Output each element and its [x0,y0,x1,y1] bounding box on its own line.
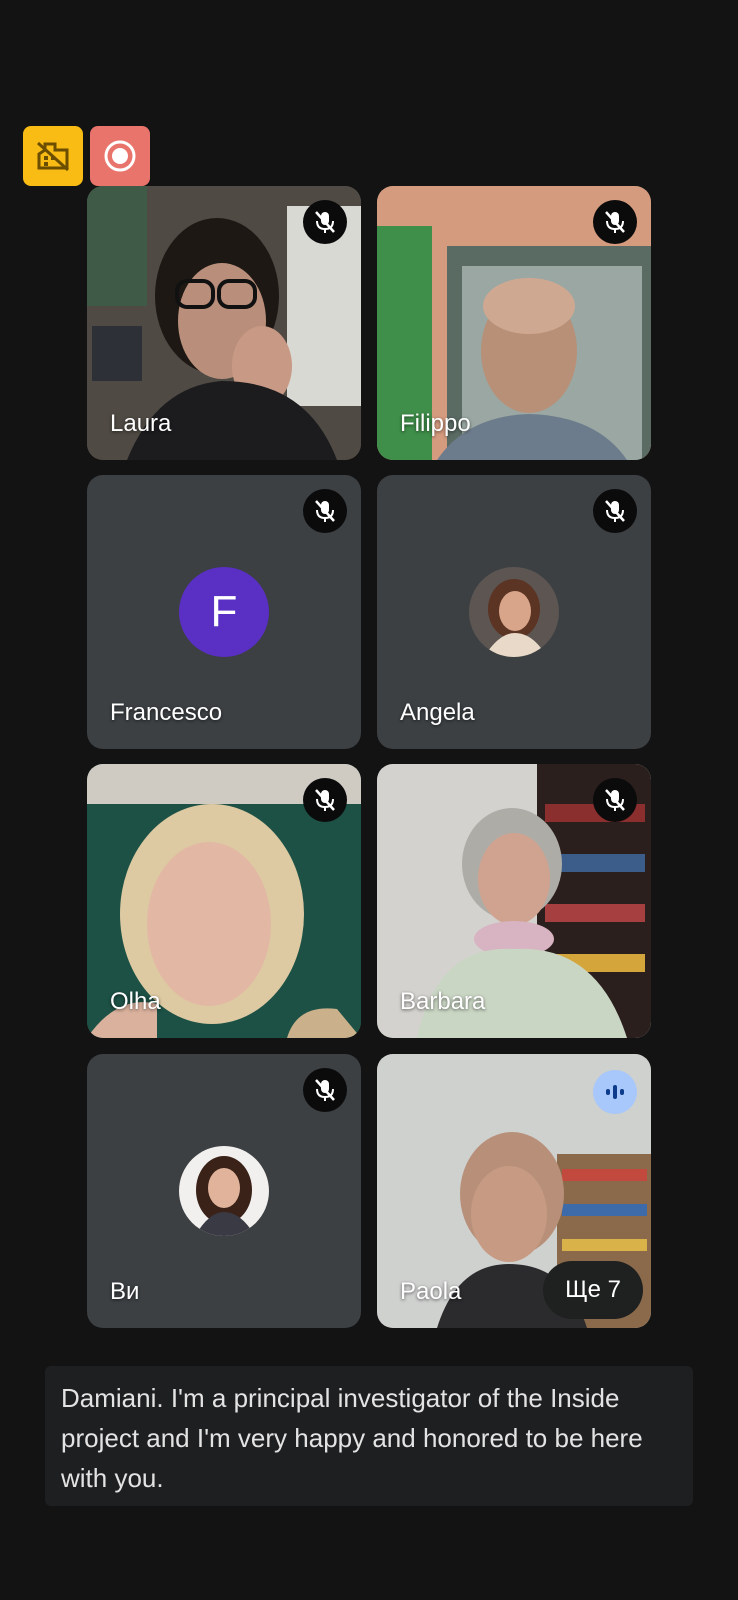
mic-off-indicator [593,778,637,822]
speaking-indicator [593,1070,637,1114]
avatar [179,1146,269,1236]
mic-off-icon [605,500,625,522]
participant-name: Laura [110,410,172,437]
mic-off-icon [315,500,335,522]
participant-tile-barbara[interactable]: Barbara [377,764,651,1038]
live-caption: Damiani. I'm a principal investigator of… [45,1366,693,1506]
mic-off-indicator [303,778,347,822]
participant-tile-laura[interactable]: Laura [87,186,361,460]
mic-off-icon [315,211,335,233]
participant-name: Olha [110,988,161,1015]
mic-off-indicator [303,1068,347,1112]
participant-name: Ви [110,1278,140,1305]
participant-name: Paola [400,1278,462,1305]
participant-tile-paola[interactable]: Paola Ще 7 [377,1054,651,1328]
low-bandwidth-badge[interactable] [23,126,83,186]
mic-off-indicator [593,200,637,244]
participant-name: Francesco [110,699,223,726]
recording-icon [104,140,136,172]
recording-badge[interactable] [90,126,150,186]
participant-tile-francesco[interactable]: F Francesco [87,475,361,749]
mic-off-icon [315,789,335,811]
mic-off-indicator [303,489,347,533]
audio-level-icon [606,1085,624,1099]
participant-tile-angela[interactable]: Angela [377,475,651,749]
mic-off-indicator [303,200,347,244]
participant-tile-self[interactable]: Ви [87,1054,361,1328]
participant-tile-filippo[interactable]: Filippo [377,186,651,460]
participant-name: Filippo [400,410,471,437]
mic-off-indicator [593,489,637,533]
participant-name: Angela [400,699,475,726]
mic-off-icon [605,211,625,233]
no-video-quality-icon [36,141,70,172]
participant-name: Barbara [400,988,486,1015]
participant-tile-olha[interactable]: Olha [87,764,361,1038]
mic-off-icon [315,1079,335,1101]
avatar [469,567,559,657]
avatar: F [179,567,269,657]
more-participants-button[interactable]: Ще 7 [543,1261,643,1319]
mic-off-icon [605,789,625,811]
